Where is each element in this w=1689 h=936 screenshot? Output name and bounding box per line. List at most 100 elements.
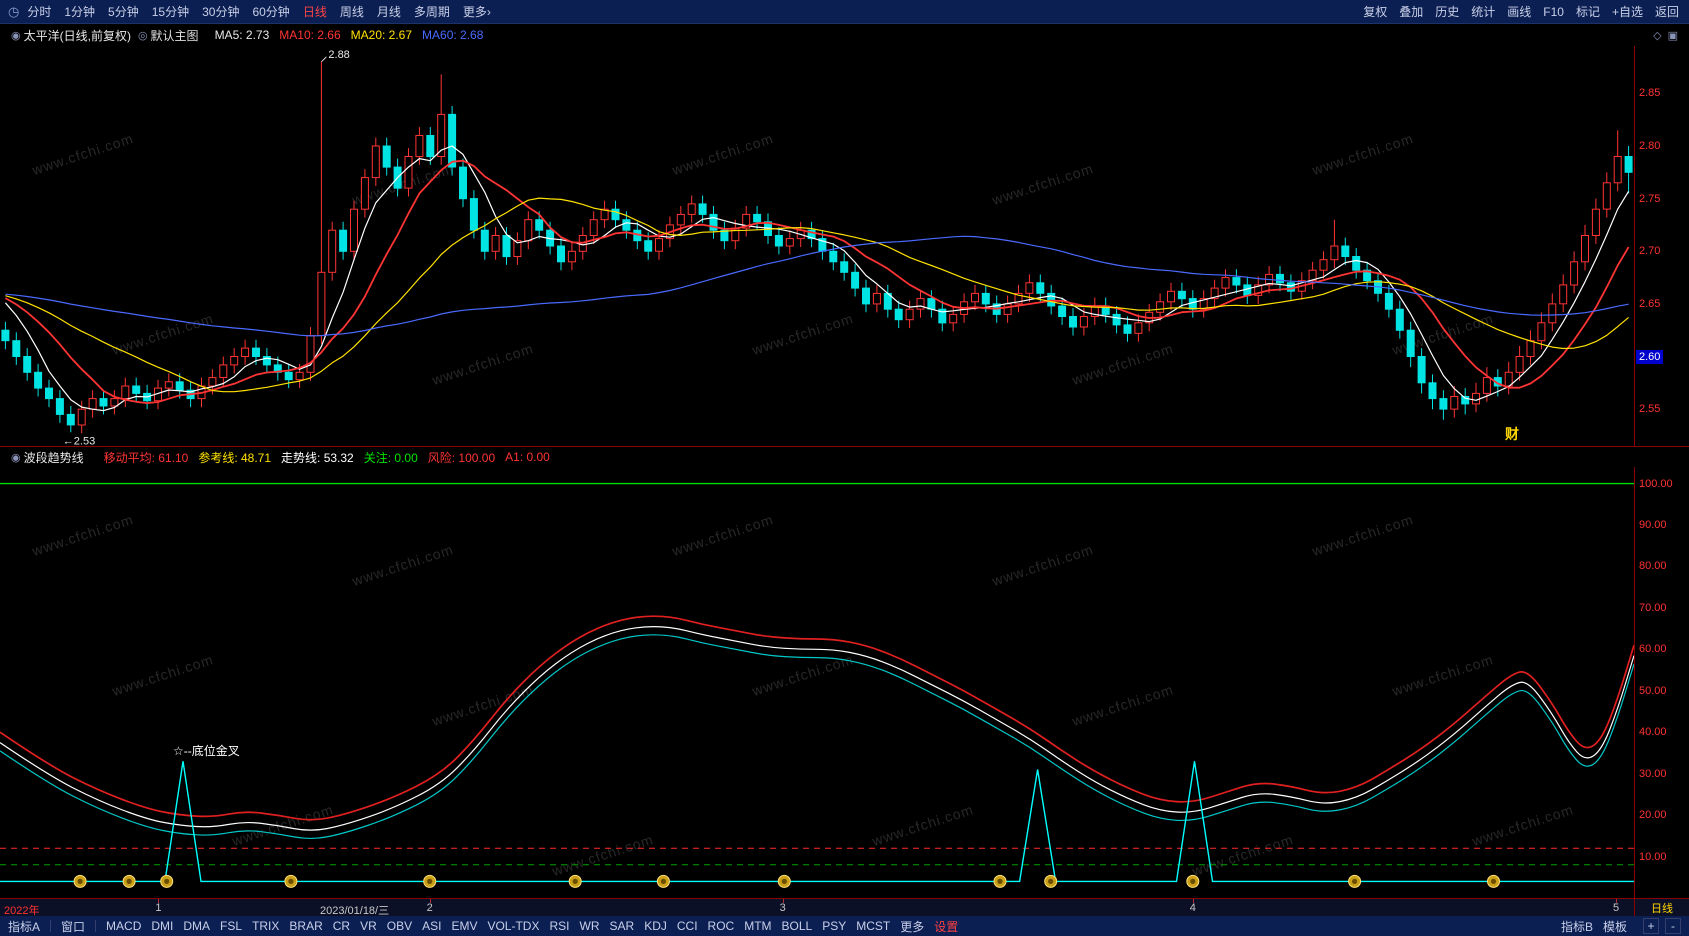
price-label-2.60: 2.60 [1636,350,1663,364]
separator [95,920,96,932]
price-label-2.65: 2.65 [1639,297,1660,311]
timeline-tick [158,899,159,903]
toolbar-action-+自选[interactable]: +自选 [1612,3,1643,20]
indicator-scale-40: 40.00 [1639,725,1667,739]
indicator-tab-CR[interactable]: CR [333,919,350,933]
toolbar-action-历史[interactable]: 历史 [1435,3,1459,20]
timeline-tick [1193,899,1194,903]
annotation-high-price: 2.88 [328,49,349,61]
indicator-tab-DMA[interactable]: DMA [183,919,210,933]
indicator-param: 风险: 100.00 [428,449,495,466]
indicator-tab-OBV[interactable]: OBV [387,919,412,933]
price-label-2.85: 2.85 [1639,86,1660,100]
logo-watermark-text: 财 [1505,424,1519,444]
indicator-tab-VR[interactable]: VR [360,919,377,933]
settings-button[interactable]: 设置 [934,918,958,935]
indicator-scale-30: 30.00 [1639,767,1667,781]
indicator-tab-VOL-TDX[interactable]: VOL-TDX [487,919,539,933]
indicator-scale-50: 50.00 [1639,684,1667,698]
bottombar-right--[interactable]: - [1665,918,1681,934]
indicator-tab-SAR[interactable]: SAR [610,919,635,933]
indicator-param: 移动平均: 61.10 [104,449,189,466]
indicator-tab-KDJ[interactable]: KDJ [644,919,667,933]
indicator-tab-EMV[interactable]: EMV [451,919,477,933]
indicator-tab-ASI[interactable]: ASI [422,919,441,933]
ma60-line [5,236,1628,336]
price-label-2.70: 2.70 [1639,244,1660,258]
bottombar-窗口[interactable]: 窗口 [61,918,85,935]
period-tab-月线[interactable]: 月线 [377,3,401,20]
indicator-tab-BRAR[interactable]: BRAR [289,919,322,933]
indicator-param: 关注: 0.00 [364,449,418,466]
indicator-tab-RSI[interactable]: RSI [549,919,569,933]
timeline-tick [1616,899,1617,903]
period-tab-更多›[interactable]: 更多› [463,3,491,20]
toolbar-action-复权[interactable]: 复权 [1363,3,1387,20]
indicator-tab-MCST[interactable]: MCST [856,919,890,933]
period-tab-分时[interactable]: 分时 [27,3,51,20]
toolbar-action-F10[interactable]: F10 [1543,5,1564,19]
indicator-line-移动平均 [0,616,1634,820]
bottombar-right-+[interactable]: + [1643,918,1659,934]
indicator-header: ◉ 波段趋势线 移动平均: 61.10参考线: 48.71走势线: 53.32关… [0,447,1689,467]
period-tab-60分钟[interactable]: 60分钟 [252,3,289,20]
indicator-tab-CCI[interactable]: CCI [677,919,698,933]
toolbar-action-标记[interactable]: 标记 [1576,3,1600,20]
collapse-main-icon[interactable]: ◉ [11,29,21,42]
toolbar-action-画线[interactable]: 画线 [1507,3,1531,20]
period-tab-多周期[interactable]: 多周期 [414,3,450,20]
timeline-label-5: 5 [1613,902,1619,914]
top-toolbar: ◷ 分时 1分钟 5分钟 15分钟 30分钟 60分钟日线周线月线多周期更多› 复权叠加历… [0,0,1689,24]
indicator-chart: ☆--底位金叉 [0,467,1634,898]
period-tab-周线[interactable]: 周线 [340,3,364,20]
indicator-tab-WR[interactable]: WR [580,919,600,933]
timeline-tick [783,899,784,903]
indicator-tab-TRIX[interactable]: TRIX [252,919,279,933]
period-tab-日线[interactable]: 日线 [303,3,327,20]
indicator-tab-DMI[interactable]: DMI [151,919,173,933]
timeline-axis[interactable]: 2022年 12023/01/18/三2345 [0,898,1634,916]
panel-maximize-icon[interactable]: ▣ [1668,29,1678,42]
price-label-2.55: 2.55 [1639,402,1660,416]
toolbar-action-叠加[interactable]: 叠加 [1399,3,1423,20]
indicator-tab-MTM[interactable]: MTM [744,919,771,933]
timeline-tick [430,899,431,903]
indicator-scale-70: 70.00 [1639,601,1667,615]
indicator-plot[interactable]: www.cfchi.comwww.cfchi.comwww.cfchi.comw… [0,467,1634,898]
diamond-icon[interactable]: ◇ [1653,29,1661,42]
period-tab-30分钟[interactable]: 30分钟 [202,3,239,20]
indicator-scale-20: 20.00 [1639,808,1667,822]
indicator-tab-ROC[interactable]: ROC [708,919,735,933]
indicator-tab-MACD[interactable]: MACD [106,919,141,933]
indicator-param: 参考线: 48.71 [198,449,271,466]
period-tab-15分钟[interactable]: 15分钟 [152,3,189,20]
indicator-scale-100: 100.00 [1639,477,1673,491]
timeline-label-1: 1 [155,902,161,914]
indicator-scale-60: 60.00 [1639,642,1667,656]
bottombar-right-group: 指标B 模板 +- [1561,918,1681,935]
bottombar-right-指标B[interactable]: 指标B [1561,918,1593,935]
overlay-label: 默认主图 [151,27,199,44]
stock-title: 太平洋(日线,前复权) [24,27,131,44]
indicator-tab-BOLL[interactable]: BOLL [782,919,813,933]
clock-icon: ◷ [8,4,19,20]
toolbar-action-返回[interactable]: 返回 [1655,3,1679,20]
main-chart-plot[interactable]: www.cfchi.comwww.cfchi.comwww.cfchi.comw… [0,46,1634,446]
bottom-toolbar: 指标A 窗口 MACD DMI DMA FSL TRIX BRAR CR VR OBV ASI EMV V… [0,916,1689,936]
collapse-indicator-icon[interactable]: ◉ [11,451,21,464]
toolbar-actions-menu: 复权叠加历史统计画线 F10 标记 +自选返回 [1351,3,1679,20]
indicator-tab-PSY[interactable]: PSY [822,919,846,933]
candle-series [2,62,1632,434]
indicator-tab-更多[interactable]: 更多 [900,918,924,935]
main-chart-header: ◉ 太平洋(日线,前复权) ◎ 默认主图 MA5: 2.73MA10: 2.66… [0,24,1689,46]
ma5-line [5,146,1628,411]
stock-app-window: ◷ 分时1分钟5分钟15分钟30分钟60分钟日线周线月线多周期更多› 复权叠加历… [0,0,1689,936]
period-corner-label: 日线 [1634,898,1689,916]
bottombar-right-模板[interactable]: 模板 [1603,918,1627,935]
overlay-icon[interactable]: ◎ [138,29,148,42]
period-tab-5分钟[interactable]: 5分钟 [108,3,139,20]
indicator-tab-FSL[interactable]: FSL [220,919,242,933]
toolbar-action-统计[interactable]: 统计 [1471,3,1495,20]
period-tab-1分钟[interactable]: 1分钟 [64,3,95,20]
bottombar-指标A[interactable]: 指标A [8,918,40,935]
